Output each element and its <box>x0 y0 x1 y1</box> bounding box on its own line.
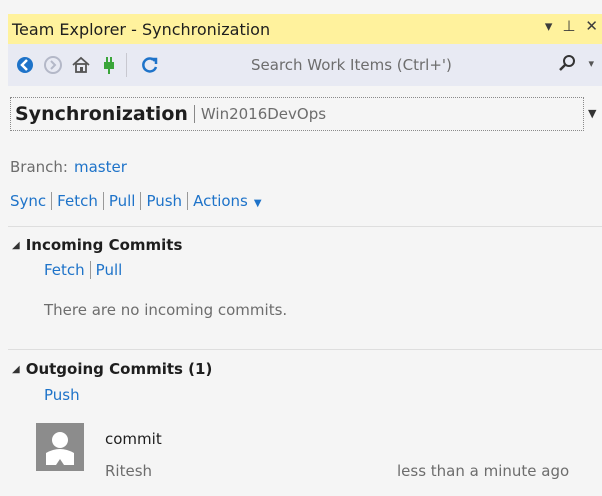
branch-link[interactable]: master <box>74 158 127 176</box>
section-divider <box>8 349 602 350</box>
incoming-message: There are no incoming commits. <box>44 301 288 319</box>
actions-menu[interactable]: Actions ▼ <box>193 192 262 210</box>
outgoing-title: Outgoing Commits (1) <box>25 360 213 378</box>
back-icon[interactable] <box>14 54 36 76</box>
window-controls: ▾ ⊥ ✕ <box>545 17 598 35</box>
incoming-section-header[interactable]: ◢ Incoming Commits <box>12 236 182 254</box>
pull-link[interactable]: Pull <box>109 192 136 210</box>
incoming-title: Incoming Commits <box>25 236 183 254</box>
page-title: Synchronization <box>15 103 188 125</box>
page-header-dropdown-icon[interactable]: ▼ <box>588 107 596 120</box>
link-separator <box>51 192 53 210</box>
commit-time: less than a minute ago <box>397 462 570 480</box>
link-separator <box>187 192 189 210</box>
page-header[interactable]: Synchronization Win2016DevOps <box>10 97 584 131</box>
incoming-fetch-link[interactable]: Fetch <box>44 261 85 279</box>
link-separator <box>102 192 104 210</box>
incoming-links: Fetch Pull <box>44 261 122 279</box>
sync-content: Branch: master Sync Fetch Pull Push Actio… <box>8 140 602 496</box>
link-separator <box>140 192 142 210</box>
action-links: Sync Fetch Pull Push Actions ▼ <box>10 192 262 210</box>
push-link[interactable]: Push <box>146 192 182 210</box>
fetch-link[interactable]: Fetch <box>57 192 98 210</box>
sync-link[interactable]: Sync <box>10 192 46 210</box>
forward-icon[interactable] <box>42 54 64 76</box>
section-divider <box>8 226 602 227</box>
header-divider <box>193 105 195 123</box>
collapse-icon[interactable]: ◢ <box>12 240 20 251</box>
pin-icon[interactable]: ⊥ <box>562 17 575 35</box>
home-icon[interactable] <box>70 54 92 76</box>
search-input[interactable]: Search Work Items (Ctrl+') ▾ <box>243 51 598 79</box>
link-separator <box>89 261 91 279</box>
toolbar-separator <box>126 53 127 77</box>
search-icon[interactable] <box>558 54 576 76</box>
search-placeholder: Search Work Items (Ctrl+') <box>251 56 452 74</box>
incoming-pull-link[interactable]: Pull <box>96 261 123 279</box>
refresh-icon[interactable] <box>139 54 161 76</box>
window-dropdown-icon[interactable]: ▾ <box>545 17 553 35</box>
branch-label: Branch: <box>10 158 68 176</box>
outgoing-push-link[interactable]: Push <box>44 386 80 404</box>
actions-label: Actions <box>193 192 248 210</box>
close-icon[interactable]: ✕ <box>585 17 598 35</box>
team-explorer-window: Team Explorer - Synchronization ▾ ⊥ ✕ Se… <box>0 0 602 496</box>
commit-author: Ritesh <box>105 462 153 480</box>
avatar <box>36 423 84 471</box>
page-context: Win2016DevOps <box>200 105 327 123</box>
window-title: Team Explorer - Synchronization <box>12 19 271 39</box>
connect-icon[interactable] <box>98 54 120 76</box>
branch-row: Branch: master <box>10 158 127 176</box>
title-bar: Team Explorer - Synchronization ▾ ⊥ ✕ <box>8 14 602 44</box>
outgoing-links: Push <box>44 386 80 404</box>
outgoing-section-header[interactable]: ◢ Outgoing Commits (1) <box>12 360 212 378</box>
collapse-icon[interactable]: ◢ <box>12 364 20 375</box>
chevron-down-icon: ▼ <box>253 198 262 209</box>
search-dropdown-icon[interactable]: ▾ <box>588 57 594 70</box>
toolbar: Search Work Items (Ctrl+') ▾ <box>8 44 602 86</box>
commit-message[interactable]: commit <box>105 430 162 448</box>
